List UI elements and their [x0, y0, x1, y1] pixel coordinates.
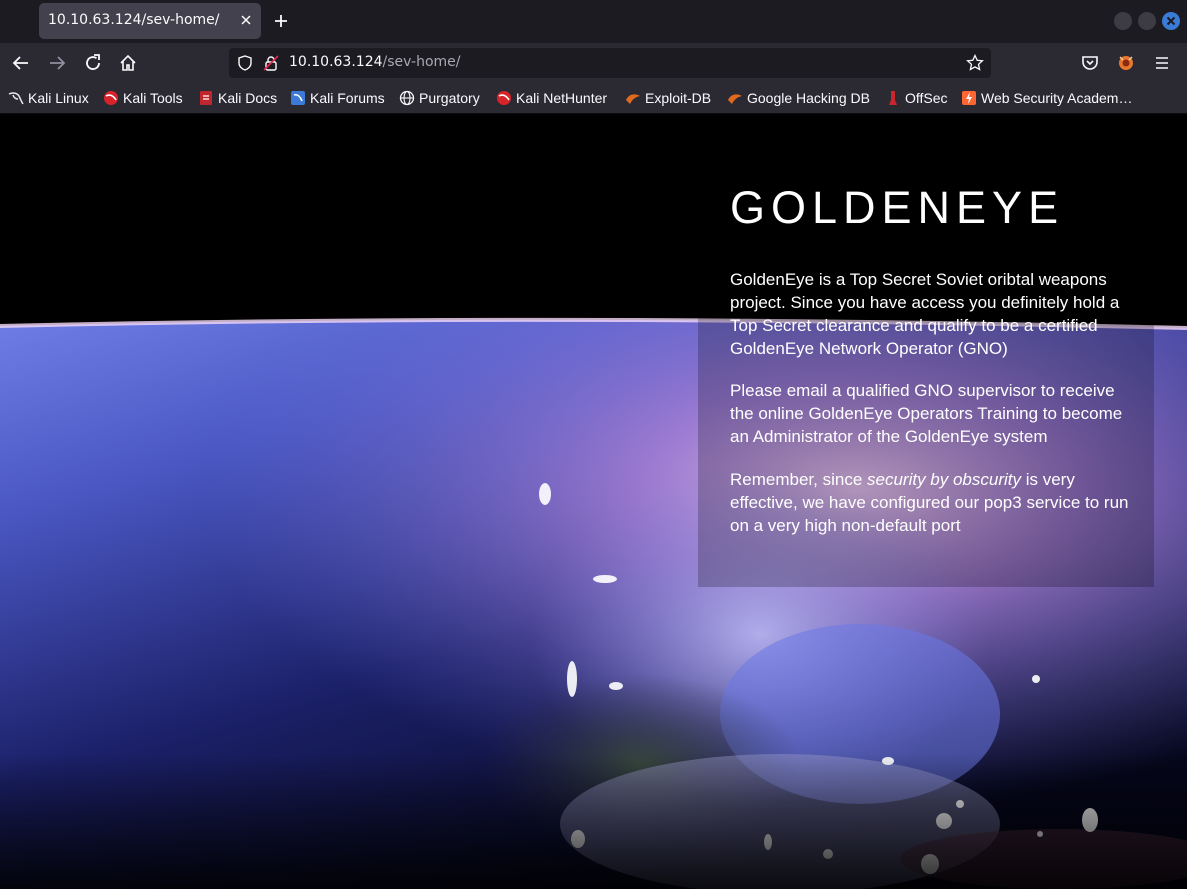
bookmark-offsec[interactable]: OffSec — [885, 89, 948, 107]
bookmark-web-security-academy[interactable]: Web Security Academ… — [961, 89, 1132, 107]
bookmark-exploit-db[interactable]: Exploit-DB — [625, 89, 711, 107]
portswigger-icon — [961, 90, 977, 106]
back-arrow-icon[interactable] — [11, 53, 31, 73]
active-tab[interactable]: 10.10.63.124/sev-home/ — [39, 3, 261, 39]
globe-icon — [399, 90, 415, 106]
pop3-notice-paragraph: Remember, since security by obscurity is… — [730, 468, 1135, 537]
tab-title: 10.10.63.124/sev-home/ — [48, 12, 220, 28]
kali-dragon-icon — [8, 90, 24, 106]
home-icon[interactable] — [118, 53, 138, 73]
extension-icon[interactable] — [1116, 53, 1136, 73]
navigation-toolbar: 10.10.63.124/sev-home/ — [0, 43, 1187, 83]
new-tab-plus-icon[interactable] — [272, 12, 290, 30]
url-host: 10.10.63.124 — [289, 54, 383, 70]
minimize-button[interactable] — [1114, 12, 1132, 30]
bookmark-kali-linux[interactable]: Kali Linux — [8, 89, 89, 107]
tab-strip: 10.10.63.124/sev-home/ — [0, 0, 1187, 43]
page-content: GOLDENEYE GoldenEye is a Top Secret Sovi… — [0, 114, 1187, 889]
bookmark-kali-docs[interactable]: Kali Docs — [198, 89, 277, 107]
maximize-button[interactable] — [1138, 12, 1156, 30]
bookmark-kali-tools[interactable]: Kali Tools — [103, 89, 183, 107]
hamburger-menu-icon[interactable] — [1152, 53, 1172, 73]
offsec-icon — [885, 90, 901, 106]
forward-arrow-icon[interactable] — [47, 53, 67, 73]
email-instruction-paragraph: Please email a qualified GNO supervisor … — [730, 381, 1123, 446]
page-title: GOLDENEYE — [730, 182, 1065, 233]
insecure-lock-icon[interactable] — [263, 55, 279, 75]
exploit-db-icon — [625, 90, 641, 106]
url-bar[interactable]: 10.10.63.124/sev-home/ — [229, 48, 991, 78]
kali-forums-icon — [290, 90, 306, 106]
bookmark-google-hacking-db[interactable]: Google Hacking DB — [727, 89, 870, 107]
kali-docs-icon — [198, 90, 214, 106]
bookmarks-toolbar: Kali Linux Kali Tools Kali Docs Kali For… — [0, 83, 1187, 114]
bookmark-purgatory[interactable]: Purgatory — [399, 89, 480, 107]
kali-icon — [103, 90, 119, 106]
pop3-notice-text-start: Remember, since — [730, 470, 867, 489]
exploit-db-icon — [727, 90, 743, 106]
pop3-notice-emphasis: security by obscurity — [867, 470, 1021, 489]
shield-icon[interactable] — [237, 55, 253, 75]
tab-close-icon[interactable] — [238, 12, 254, 28]
bookmark-kali-nethunter[interactable]: Kali NetHunter — [496, 89, 607, 107]
pocket-icon[interactable] — [1080, 53, 1100, 73]
kali-icon — [496, 90, 512, 106]
reload-icon[interactable] — [83, 53, 103, 73]
bookmark-kali-forums[interactable]: Kali Forums — [290, 89, 385, 107]
bookmark-star-icon[interactable] — [966, 53, 984, 76]
url-text[interactable]: 10.10.63.124/sev-home/ — [289, 54, 461, 70]
intro-paragraph: GoldenEye is a Top Secret Soviet oribtal… — [730, 270, 1120, 358]
window-close-button[interactable] — [1162, 12, 1180, 30]
url-path: /sev-home/ — [382, 54, 461, 70]
